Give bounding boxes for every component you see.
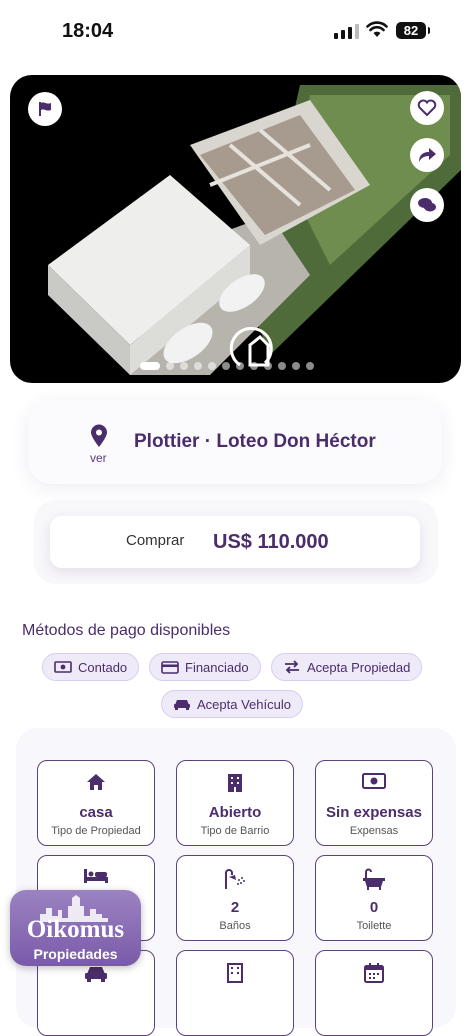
property-render-image	[48, 85, 461, 375]
status-bar: 18:04 82	[0, 0, 472, 64]
feature-label: Tipo de Propiedad	[51, 825, 141, 837]
payment-chip-label: Contado	[78, 659, 128, 675]
bed-icon	[84, 869, 108, 883]
bathtub-icon	[363, 868, 385, 890]
feature-label: Baños	[219, 920, 251, 932]
building-icon	[227, 963, 243, 983]
feature-card-bathrooms: 2 Baños	[176, 855, 294, 941]
car-icon	[174, 700, 190, 710]
carousel-dot[interactable]	[166, 362, 174, 370]
credit-card-icon	[161, 660, 179, 674]
payment-chip-label: Acepta Vehículo	[197, 696, 291, 712]
feature-value: 0	[369, 899, 379, 916]
heart-icon	[417, 99, 437, 117]
wifi-icon	[366, 21, 388, 37]
payment-chip-acepta-vehiculo: Acepta Vehículo	[161, 690, 303, 718]
feature-card-neighborhood: Abierto Tipo de Barrio	[176, 760, 294, 846]
price-value: US$ 110.000	[213, 531, 329, 553]
feature-value: casa	[79, 804, 113, 821]
carousel-dot[interactable]	[180, 362, 188, 370]
carousel-dot[interactable]	[208, 362, 216, 370]
feature-card-property-type: casa Tipo de Propiedad	[37, 760, 155, 846]
carousel-dot[interactable]	[278, 362, 286, 370]
chat-icon	[418, 198, 436, 212]
payment-chip-label: Financiado	[185, 659, 249, 675]
feature-label: Tipo de Barrio	[200, 825, 270, 837]
carousel-dot[interactable]	[250, 362, 258, 370]
flag-icon	[39, 102, 51, 116]
carousel-dot[interactable]	[264, 362, 272, 370]
payment-chip-contado: Contado	[42, 653, 140, 681]
map-pin-icon[interactable]	[88, 424, 110, 448]
cash-icon	[54, 661, 72, 673]
car-icon	[85, 967, 107, 982]
feature-value: Sin expensas	[326, 804, 422, 821]
payment-chip-label: Acepta Propiedad	[307, 659, 411, 675]
feature-label: Toilette	[356, 920, 392, 932]
location-title: Plottier · Loteo Don Héctor	[134, 431, 376, 452]
payment-methods-title: Métodos de pago disponibles	[22, 622, 231, 639]
payment-chip-financiado: Financiado	[149, 653, 261, 681]
feature-card-expenses: Sin expensas Expensas	[315, 760, 433, 846]
battery-indicator: 82	[396, 22, 430, 39]
carousel-dot[interactable]	[292, 362, 300, 370]
favorite-button[interactable]	[410, 91, 444, 125]
shower-icon	[225, 869, 245, 889]
money-icon	[362, 773, 386, 789]
carousel-pagination[interactable]	[140, 362, 314, 370]
oikomus-brand-logo[interactable]: Oikomus Propiedades	[10, 890, 141, 966]
feature-card-toilette: 0 Toilette	[315, 855, 433, 941]
home-icon	[87, 774, 105, 790]
calendar-icon	[364, 963, 384, 983]
property-image-carousel[interactable]	[10, 75, 461, 383]
cellular-signal-icon	[334, 24, 359, 39]
carousel-dot[interactable]	[194, 362, 202, 370]
carousel-dot[interactable]	[306, 362, 314, 370]
feature-card-date	[315, 950, 433, 1036]
payment-chip-acepta-propiedad: Acepta Propiedad	[271, 653, 423, 681]
message-button[interactable]	[410, 188, 444, 222]
feature-value: Abierto	[208, 804, 262, 821]
exchange-icon	[285, 660, 299, 674]
share-icon	[419, 148, 436, 162]
building-icon	[228, 774, 242, 792]
status-time: 18:04	[62, 20, 114, 42]
brand-subtitle: Propiedades	[33, 946, 118, 962]
carousel-dot[interactable]	[222, 362, 230, 370]
feature-label: Expensas	[349, 825, 399, 837]
feature-card-floors	[176, 950, 294, 1036]
carousel-dot[interactable]	[236, 362, 244, 370]
report-flag-button[interactable]	[28, 92, 62, 126]
brand-name: Oikomus	[26, 916, 125, 943]
feature-value: 2	[230, 899, 240, 916]
carousel-dot[interactable]	[140, 362, 160, 370]
share-button[interactable]	[410, 138, 444, 172]
operation-label: Comprar	[126, 532, 185, 549]
view-map-link[interactable]: ver	[90, 451, 107, 465]
